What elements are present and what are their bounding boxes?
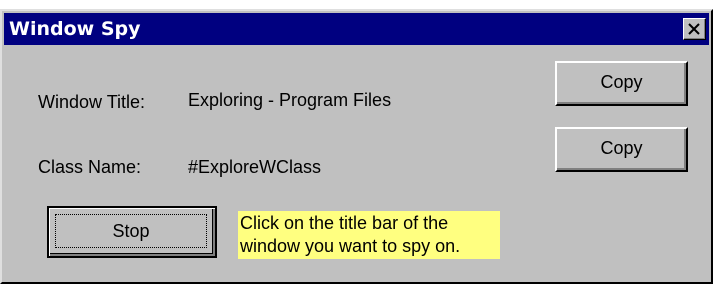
- window-title-label: Window Title:: [38, 92, 146, 112]
- instruction-hint: Click on the title bar of the window you…: [238, 211, 500, 259]
- copy-window-title-button[interactable]: Copy: [555, 61, 688, 106]
- window-title: Window Spy: [9, 18, 141, 40]
- copy-window-title-label: Copy: [600, 72, 643, 92]
- close-icon: [688, 23, 700, 35]
- stop-focus-rect: Stop: [55, 214, 207, 248]
- hint-line-1: Click on the title bar of the: [240, 213, 449, 233]
- class-name-value: #ExploreWClass: [188, 157, 322, 177]
- window-spy-dialog: Window Spy Window Title: Exploring - Pro…: [0, 9, 713, 284]
- title-bar[interactable]: Window Spy: [4, 13, 709, 45]
- stop-label: Stop: [112, 221, 150, 241]
- copy-class-name-button[interactable]: Copy: [555, 127, 688, 172]
- copy-class-name-label: Copy: [600, 138, 643, 158]
- class-name-label: Class Name:: [38, 157, 142, 177]
- window-title-value: Exploring - Program Files: [188, 90, 392, 110]
- close-button[interactable]: [683, 18, 706, 40]
- hint-line-2: window you want to spy on.: [240, 236, 461, 256]
- stop-button[interactable]: Stop: [47, 206, 217, 258]
